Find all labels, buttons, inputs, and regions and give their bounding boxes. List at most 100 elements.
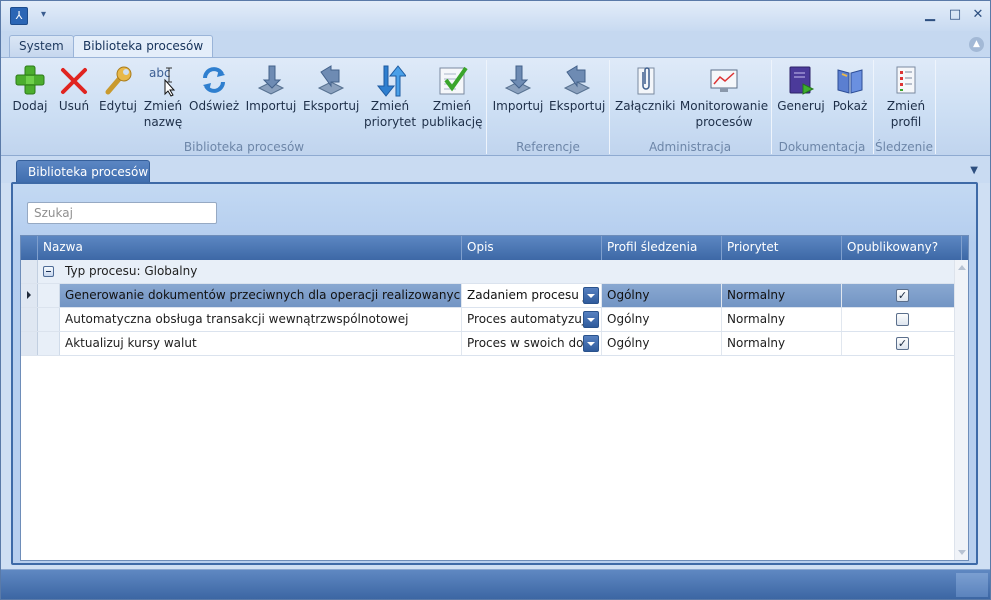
- published-checkbox[interactable]: [896, 313, 909, 326]
- group-label-administracja: Administracja: [648, 140, 732, 154]
- cell-name[interactable]: Aktualizuj kursy walut: [60, 332, 462, 355]
- description-dropdown-button[interactable]: [583, 335, 599, 352]
- reference-export-label: Eksportuj: [549, 99, 606, 113]
- search-input[interactable]: Szukaj: [27, 202, 217, 224]
- group-label-dokumentacja: Dokumentacja: [778, 140, 866, 154]
- import-button[interactable]: Importuj: [243, 62, 299, 138]
- rename-label-1: Zmień: [143, 99, 183, 113]
- content-panel: Szukaj Nazwa Opis Profil śledzenia Prior…: [11, 182, 978, 565]
- plus-icon: [14, 62, 46, 98]
- cell-name[interactable]: Automatyczna obsługa transakcji wewnątrz…: [60, 308, 462, 331]
- refresh-label: Odśwież: [189, 99, 240, 113]
- cell-profile[interactable]: Ogólny: [602, 284, 722, 307]
- description-dropdown-button[interactable]: [583, 287, 599, 304]
- group-label-sledzenie: Śledzenie: [875, 140, 933, 154]
- ribbon-tab-system[interactable]: System: [9, 35, 74, 57]
- process-monitoring-label-1: Monitorowanie: [679, 99, 769, 113]
- change-profile-button[interactable]: Zmień profil: [879, 62, 933, 138]
- group-label: Typ procesu: Globalny: [65, 264, 198, 278]
- scroll-up-icon[interactable]: [958, 265, 966, 270]
- main-window: ⅄ ▾ ▁ □ ✕ System Biblioteka procesów ▲ D…: [0, 0, 991, 600]
- quick-access-menu-icon[interactable]: ▾: [41, 9, 46, 20]
- edit-label: Edytuj: [99, 99, 137, 113]
- rename-button[interactable]: abc Zmień nazwę: [141, 62, 185, 138]
- priority-arrows-icon: [374, 62, 408, 98]
- cell-name[interactable]: Generowanie dokumentów przeciwnych dla o…: [60, 284, 462, 307]
- resize-grip-icon[interactable]: [956, 573, 988, 597]
- group-label-biblioteka: Biblioteka procesów: [183, 140, 305, 154]
- description-dropdown-button[interactable]: [583, 311, 599, 328]
- change-profile-label-2: profil: [890, 115, 922, 129]
- rename-label-2: nazwę: [143, 115, 183, 129]
- export-label: Eksportuj: [303, 99, 360, 113]
- ribbon-collapse-icon[interactable]: ▲: [969, 37, 984, 52]
- export-button[interactable]: Eksportuj: [303, 62, 359, 138]
- x-icon: [58, 62, 90, 98]
- table-row[interactable]: Generowanie dokumentów przeciwnych dla o…: [21, 284, 968, 308]
- minimize-button[interactable]: ▁: [920, 6, 940, 24]
- cell-priority[interactable]: Normalny: [722, 308, 842, 331]
- add-button[interactable]: Dodaj: [9, 62, 51, 138]
- column-header-description[interactable]: Opis: [462, 236, 602, 260]
- column-header-profile[interactable]: Profil śledzenia: [602, 236, 722, 260]
- generate-label: Generuj: [777, 99, 825, 113]
- cell-profile[interactable]: Ogólny: [602, 308, 722, 331]
- cell-description[interactable]: Proces automatyzuje: [462, 308, 602, 331]
- show-button[interactable]: Pokaż: [829, 62, 871, 138]
- cell-description[interactable]: Zadaniem procesu jes: [462, 284, 602, 307]
- title-bar: ⅄ ▾ ▁ □ ✕: [1, 1, 990, 31]
- table-row[interactable]: Aktualizuj kursy walut Proces w swoich d…: [21, 332, 968, 356]
- reference-import-label: Importuj: [492, 99, 544, 113]
- row-indicator: [21, 284, 38, 307]
- edit-button[interactable]: Edytuj: [97, 62, 139, 138]
- maximize-button[interactable]: □: [945, 6, 965, 24]
- attachments-button[interactable]: Załączniki: [615, 62, 675, 138]
- process-monitoring-button[interactable]: Monitorowanie procesów: [679, 62, 769, 138]
- vertical-scrollbar[interactable]: [954, 260, 968, 560]
- ribbon-tab-strip: System Biblioteka procesów ▲: [1, 31, 990, 58]
- column-header-name[interactable]: Nazwa: [38, 236, 462, 260]
- generate-button[interactable]: Generuj: [777, 62, 825, 138]
- table-row[interactable]: Automatyczna obsługa transakcji wewnątrz…: [21, 308, 968, 332]
- profile-list-icon: [890, 62, 922, 98]
- reference-export-button[interactable]: Eksportuj: [549, 62, 605, 138]
- row-indicator: [21, 332, 38, 355]
- add-label: Dodaj: [12, 99, 48, 113]
- import-label: Importuj: [245, 99, 297, 113]
- column-header-published[interactable]: Opublikowany?: [842, 236, 962, 260]
- cell-priority[interactable]: Normalny: [722, 284, 842, 307]
- published-checkbox[interactable]: ✓: [896, 337, 909, 350]
- change-publication-label-2: publikację: [421, 115, 483, 129]
- document-tab-biblioteka[interactable]: Biblioteka procesów: [16, 160, 150, 184]
- column-header-priority[interactable]: Priorytet: [722, 236, 842, 260]
- cell-profile[interactable]: Ogólny: [602, 332, 722, 355]
- change-priority-button[interactable]: Zmień priorytet: [363, 62, 417, 138]
- delete-button[interactable]: Usuń: [55, 62, 93, 138]
- row-indent: [38, 284, 60, 307]
- change-publication-label-1: Zmień: [432, 99, 472, 113]
- group-row[interactable]: Typ procesu: Globalny: [21, 260, 968, 284]
- status-bar: [1, 569, 990, 599]
- change-publication-button[interactable]: Zmień publikację: [421, 62, 483, 138]
- cell-priority[interactable]: Normalny: [722, 332, 842, 355]
- published-checkbox[interactable]: ✓: [896, 289, 909, 302]
- collapse-group-icon[interactable]: [43, 266, 54, 277]
- current-row-arrow-icon: [27, 291, 31, 299]
- process-app-icon[interactable]: ⅄: [10, 7, 28, 25]
- document-tab-strip: Biblioteka procesów ▼: [1, 156, 990, 184]
- export-icon: [315, 62, 347, 98]
- scroll-down-icon[interactable]: [958, 550, 966, 555]
- row-indent: [38, 332, 60, 355]
- import-icon: [502, 62, 534, 98]
- row-indent: [38, 308, 60, 331]
- refresh-button[interactable]: Odśwież: [189, 62, 239, 138]
- import-icon: [255, 62, 287, 98]
- publish-check-icon: [436, 62, 468, 98]
- ribbon-tab-biblioteka[interactable]: Biblioteka procesów: [73, 35, 214, 58]
- change-profile-label-1: Zmień: [886, 99, 926, 113]
- cell-description[interactable]: Proces w swoich dom: [462, 332, 602, 355]
- header-indicator-cell: [21, 236, 38, 260]
- tab-list-dropdown-icon[interactable]: ▼: [970, 165, 978, 176]
- reference-import-button[interactable]: Importuj: [491, 62, 545, 138]
- close-button[interactable]: ✕: [968, 6, 988, 24]
